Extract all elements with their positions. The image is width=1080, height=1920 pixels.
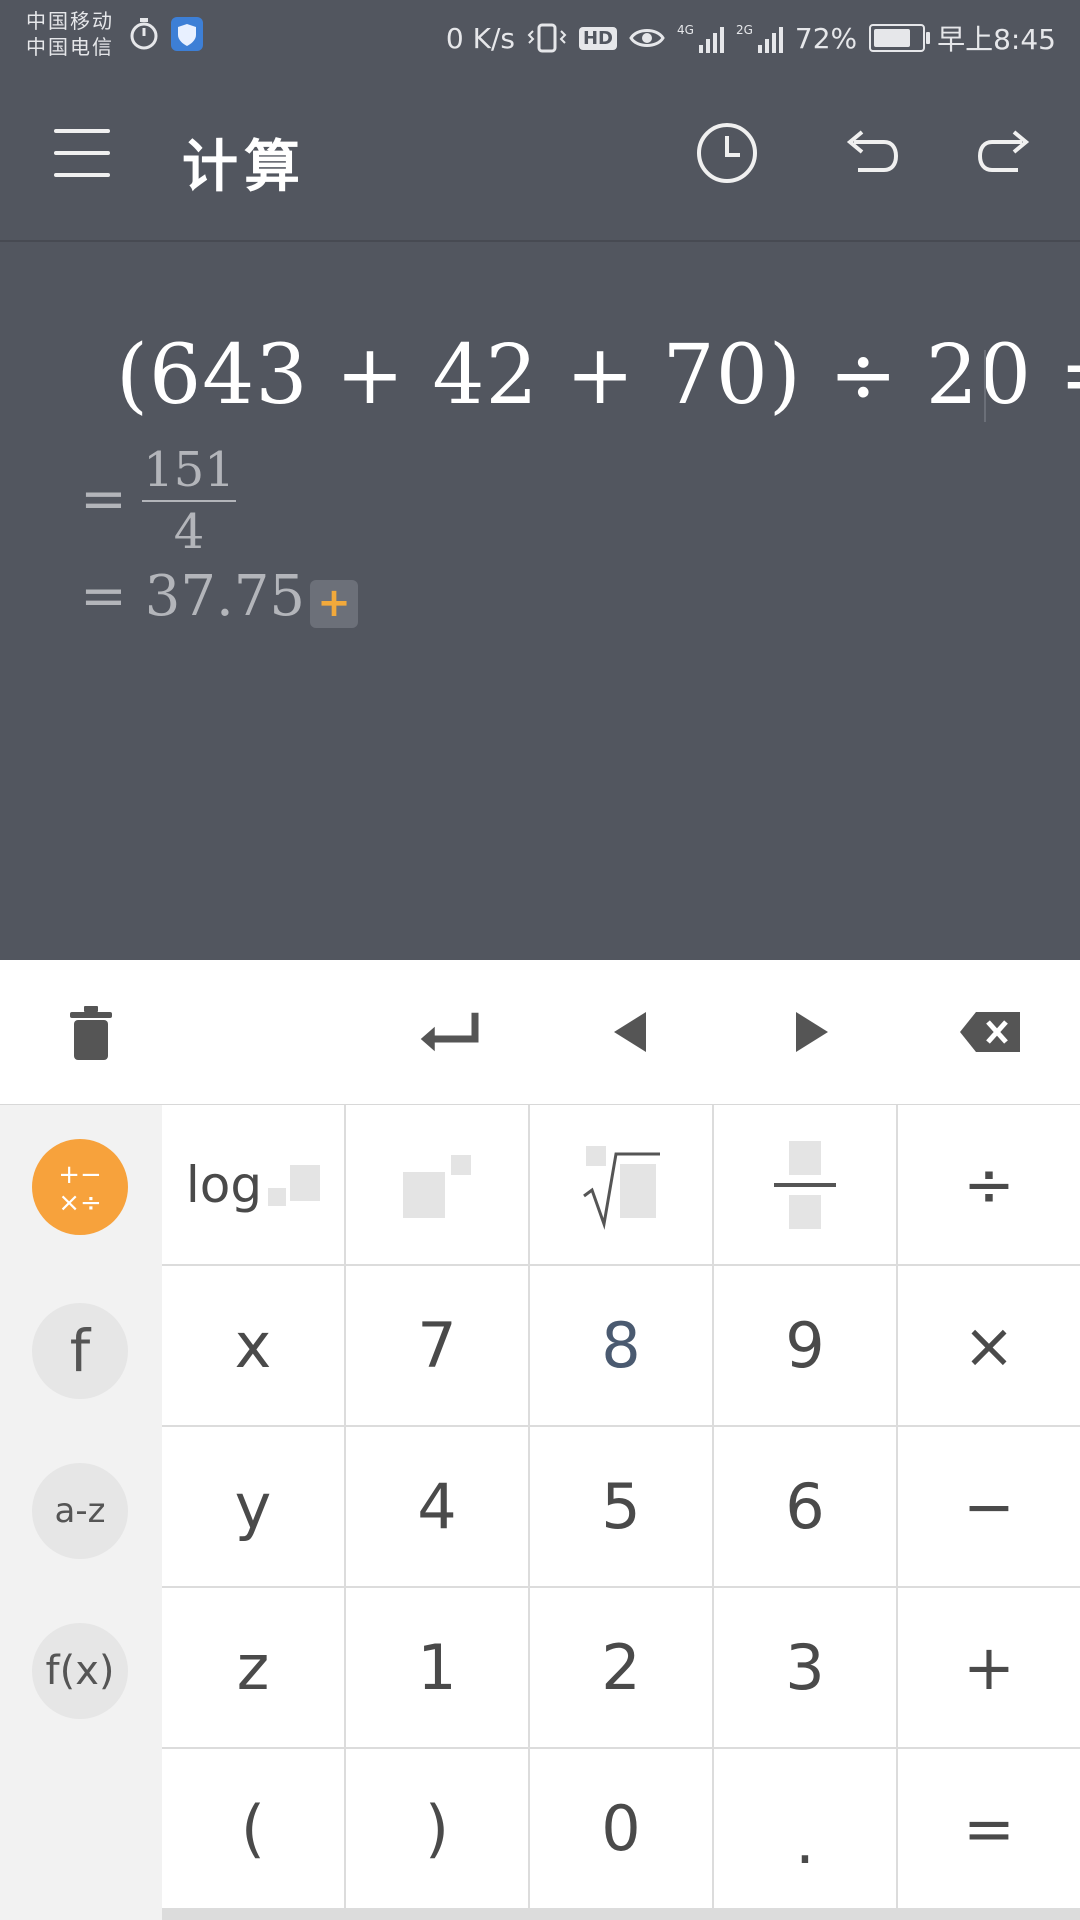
redo-icon[interactable] — [974, 120, 1040, 186]
cursor-left-icon[interactable] — [596, 1000, 666, 1064]
decimal-result: = 37.75 — [80, 564, 306, 629]
signal-4g: 4G — [677, 23, 724, 53]
alpha-mode-button[interactable]: a-z — [32, 1463, 128, 1559]
digit-9-key[interactable]: 9 — [714, 1266, 896, 1425]
carrier-1: 中国移动 — [26, 9, 114, 33]
plus-key[interactable]: + — [898, 1588, 1080, 1747]
z-key[interactable]: z — [162, 1588, 344, 1747]
network-speed: 0 K/s — [445, 21, 515, 55]
log-key[interactable]: log — [162, 1105, 344, 1264]
menu-icon[interactable] — [54, 127, 112, 177]
text-cursor — [984, 350, 986, 422]
fraction-numerator: 151 — [143, 442, 235, 498]
fx-mode-button[interactable]: f(x) — [32, 1623, 128, 1719]
key-grid: log ÷ x 7 8 9 × y 4 5 6 − z 1 2 3 + () … — [162, 1105, 1080, 1920]
history-icon[interactable] — [694, 120, 760, 186]
hd-badge: HD — [578, 26, 617, 50]
math-display[interactable]: (643 + 42 + 70) ÷ 20 = = 151 4 = 37.75 + — [0, 242, 1080, 960]
add-result-button[interactable]: + — [310, 580, 358, 628]
keypad-mode-sidebar: +− ×÷ f a-z f(x) — [0, 1105, 162, 1920]
fraction-key[interactable] — [714, 1105, 896, 1264]
carrier-labels: 中国移动 中国电信 — [26, 8, 114, 60]
digit-6-key[interactable]: 6 — [714, 1427, 896, 1586]
carrier-2: 中国电信 — [26, 35, 114, 59]
fraction-icon — [774, 1140, 836, 1229]
digit-8-key[interactable]: 8 — [530, 1266, 712, 1425]
arithmetic-mode-button[interactable]: +− ×÷ — [32, 1139, 128, 1235]
multiply-key[interactable]: × — [898, 1266, 1080, 1425]
enter-icon[interactable] — [412, 1000, 482, 1064]
log-key-label: log — [185, 1155, 263, 1214]
minus-key[interactable]: − — [898, 1427, 1080, 1586]
equals-key[interactable]: = — [898, 1749, 1080, 1908]
digit-0-key[interactable]: 0 — [530, 1749, 712, 1908]
stopwatch-icon — [130, 18, 158, 50]
eye-icon — [629, 29, 665, 47]
digit-7-key[interactable]: 7 — [346, 1266, 528, 1425]
cursor-right-icon[interactable] — [776, 1000, 846, 1064]
power-base-placeholder — [403, 1171, 445, 1218]
edit-toolbar — [0, 960, 1080, 1107]
status-right: 0 K/s HD 4G 2G 72% 早上8:45 — [446, 18, 1056, 58]
expression: (643 + 42 + 70) ÷ 20 = — [116, 328, 1080, 423]
digit-4-key[interactable]: 4 — [346, 1427, 528, 1586]
undo-icon[interactable] — [836, 120, 902, 186]
digit-5-key[interactable]: 5 — [530, 1427, 712, 1586]
page-title: 计算 — [182, 135, 306, 200]
divide-key[interactable]: ÷ — [898, 1105, 1080, 1264]
battery-icon — [869, 24, 931, 52]
app-bar: 计算 — [0, 72, 1080, 242]
shield-icon — [171, 17, 203, 51]
root-key[interactable] — [530, 1105, 712, 1264]
power-exp-placeholder — [451, 1154, 471, 1175]
keypad: +− ×÷ f a-z f(x) log ÷ x 7 8 9 × y 4 5 6… — [0, 1105, 1080, 1920]
status-bar: 中国移动 中国电信 0 K/s HD 4G 2G 72% 早上8:45 — [0, 0, 1080, 72]
function-mode-button[interactable]: f — [32, 1303, 128, 1399]
fraction-result: 151 4 — [142, 442, 236, 560]
fraction-equals: = — [80, 467, 127, 532]
x-key[interactable]: x — [162, 1266, 344, 1425]
y-key[interactable]: y — [162, 1427, 344, 1586]
signal-4g-label: 4G — [677, 23, 694, 37]
signal-2g-label: 2G — [735, 23, 753, 37]
fraction-bar — [142, 500, 236, 502]
arithmetic-mode-label: +− ×÷ — [58, 1160, 102, 1218]
log-arg-placeholder — [290, 1164, 321, 1201]
trash-icon[interactable] — [56, 1000, 126, 1064]
vibrate-icon — [527, 23, 567, 53]
log-base-placeholder — [268, 1187, 287, 1206]
fraction-denominator: 4 — [173, 504, 205, 560]
root-icon — [583, 1145, 660, 1230]
backspace-icon[interactable] — [956, 1000, 1026, 1064]
right-paren-key[interactable]: ) — [346, 1749, 528, 1908]
signal-2g: 2G — [736, 23, 783, 53]
digit-3-key[interactable]: 3 — [714, 1588, 896, 1747]
clock: 早上8:45 — [937, 23, 1056, 56]
digit-2-key[interactable]: 2 — [530, 1588, 712, 1747]
battery-percent: 72% — [794, 21, 858, 55]
left-paren-key[interactable]: ( — [162, 1749, 344, 1908]
decimal-point-key[interactable]: . — [714, 1749, 896, 1908]
digit-1-key[interactable]: 1 — [346, 1588, 528, 1747]
power-key[interactable] — [346, 1105, 528, 1264]
